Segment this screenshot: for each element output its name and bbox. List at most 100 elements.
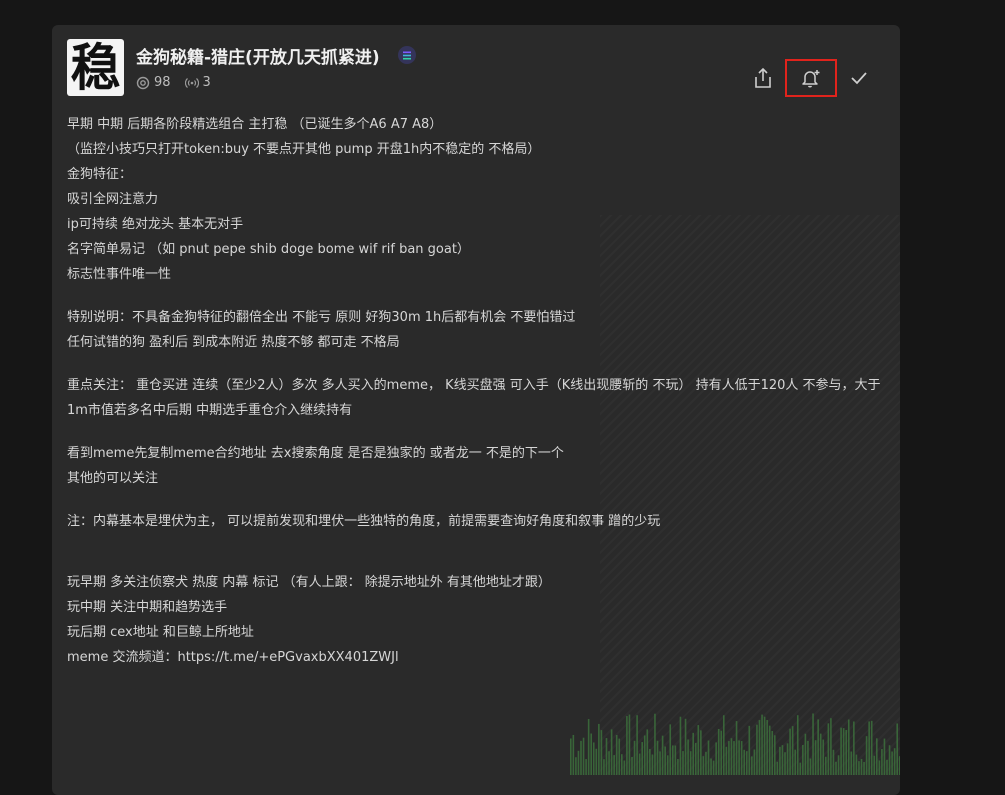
content-line: 重点关注： 重仓买进 连续（至少2人）多次 多人买入的meme， K线买盘强 可… [67, 373, 885, 423]
background-bar [797, 715, 799, 775]
background-bar [580, 741, 582, 775]
background-bar [835, 762, 837, 775]
background-bar [608, 751, 610, 775]
background-bar [746, 751, 748, 775]
content-line: 玩后期 cex地址 和巨鲸上所地址 [67, 620, 885, 645]
background-bar [657, 741, 659, 775]
background-bar [698, 725, 700, 775]
content-line: 其他的可以关注 [67, 466, 885, 491]
subscribe-alert-button[interactable] [785, 59, 837, 97]
background-bar [624, 760, 626, 775]
background-bar [590, 734, 592, 775]
background-bar [621, 754, 623, 775]
background-bar [641, 742, 643, 775]
background-bar [669, 724, 671, 775]
signals-stat: 3 [185, 75, 211, 90]
post-title: 金狗秘籍-猎庄(开放几天抓紧进) [136, 43, 380, 68]
background-bar [769, 726, 771, 775]
background-bar [583, 738, 585, 775]
content-line: 特别说明：不具备金狗特征的翻倍全出 不能亏 原则 好狗30m 1h后都有机会 不… [67, 305, 885, 330]
background-bar [817, 719, 819, 775]
background-bar [636, 715, 638, 775]
content-line: 吸引全网注意力 [67, 187, 885, 212]
background-bar [871, 721, 873, 775]
background-bar [629, 715, 631, 775]
background-bar [756, 725, 758, 775]
background-bar [845, 730, 847, 775]
background-bar [685, 719, 687, 775]
content-line: ip可持续 绝对龙头 基本无对手 [67, 212, 885, 237]
background-bar [720, 731, 722, 775]
content-line: （监控小技巧只打开token:buy 不要点开其他 pump 开盘1h内不稳定的… [67, 137, 885, 162]
background-bar [598, 724, 600, 775]
background-bar [894, 748, 896, 775]
background-bar [672, 745, 674, 775]
background-bar [667, 755, 669, 775]
background-bar [738, 740, 740, 775]
background-bar [761, 715, 763, 775]
background-bar [751, 756, 753, 775]
check-icon [849, 68, 869, 88]
telegram-link[interactable]: meme 交流频道：https://t.me/+ePGvaxbXX401ZWJl [67, 645, 885, 670]
background-bar [889, 745, 891, 775]
background-bar [588, 719, 590, 775]
background-bar [616, 735, 618, 775]
background-bar [710, 758, 712, 775]
background-bar [805, 734, 807, 775]
background-bar [578, 751, 580, 775]
background-bar [677, 759, 679, 775]
background-bar [662, 736, 664, 775]
background-bar [792, 726, 794, 775]
background-bar [774, 735, 776, 775]
background-volume-chart [512, 705, 900, 775]
background-bar [634, 741, 636, 775]
post-card: 稳 金狗秘籍-猎庄(开放几天抓紧进) 98 [52, 25, 900, 795]
background-bar [743, 750, 745, 775]
background-bar [812, 713, 814, 775]
background-bar [652, 754, 654, 775]
views-count: 98 [154, 75, 171, 90]
background-bar [695, 743, 697, 775]
background-bar [705, 752, 707, 775]
share-icon [753, 67, 773, 89]
signal-icon [185, 76, 199, 90]
background-bar [815, 740, 817, 775]
background-bar [777, 762, 779, 775]
background-bar [800, 763, 802, 775]
background-bar [575, 757, 577, 775]
post-header: 稳 金狗秘籍-猎庄(开放几天抓紧进) 98 [67, 39, 885, 99]
background-bar [886, 760, 888, 775]
share-button[interactable] [747, 63, 779, 93]
background-bar [682, 751, 684, 775]
background-bar [731, 738, 733, 775]
background-bar [828, 723, 830, 775]
confirm-button[interactable] [843, 63, 875, 93]
post-content: 早期 中期 后期各阶段精选组合 主打稳 （已诞生多个A6 A7 A8） （监控小… [67, 112, 885, 670]
background-bar [822, 740, 824, 775]
background-bar [647, 729, 649, 775]
post-actions [741, 59, 875, 97]
background-bar [644, 735, 646, 775]
content-line: 金狗特征： [67, 162, 885, 187]
background-bar [573, 735, 575, 775]
avatar[interactable]: 稳 [67, 39, 124, 96]
background-bar [876, 738, 878, 775]
background-bar [715, 742, 717, 775]
eye-icon [136, 76, 150, 90]
background-bar [736, 721, 738, 775]
background-bar [840, 728, 842, 775]
background-bar [879, 760, 881, 775]
bell-plus-icon [800, 67, 822, 89]
views-stat: 98 [136, 75, 171, 90]
background-bar [659, 751, 661, 775]
background-bar [606, 738, 608, 775]
background-bar [794, 750, 796, 775]
background-bar [851, 752, 853, 775]
background-bar [853, 721, 855, 775]
background-bar [802, 745, 804, 775]
background-bar [825, 757, 827, 775]
background-bar [626, 716, 628, 775]
content-line: 早期 中期 后期各阶段精选组合 主打稳 （已诞生多个A6 A7 A8） [67, 112, 885, 137]
content-line: 看到meme先复制meme合约地址 去x搜索角度 是否是独家的 或者龙一 不是的… [67, 441, 885, 466]
background-bar [611, 729, 613, 775]
